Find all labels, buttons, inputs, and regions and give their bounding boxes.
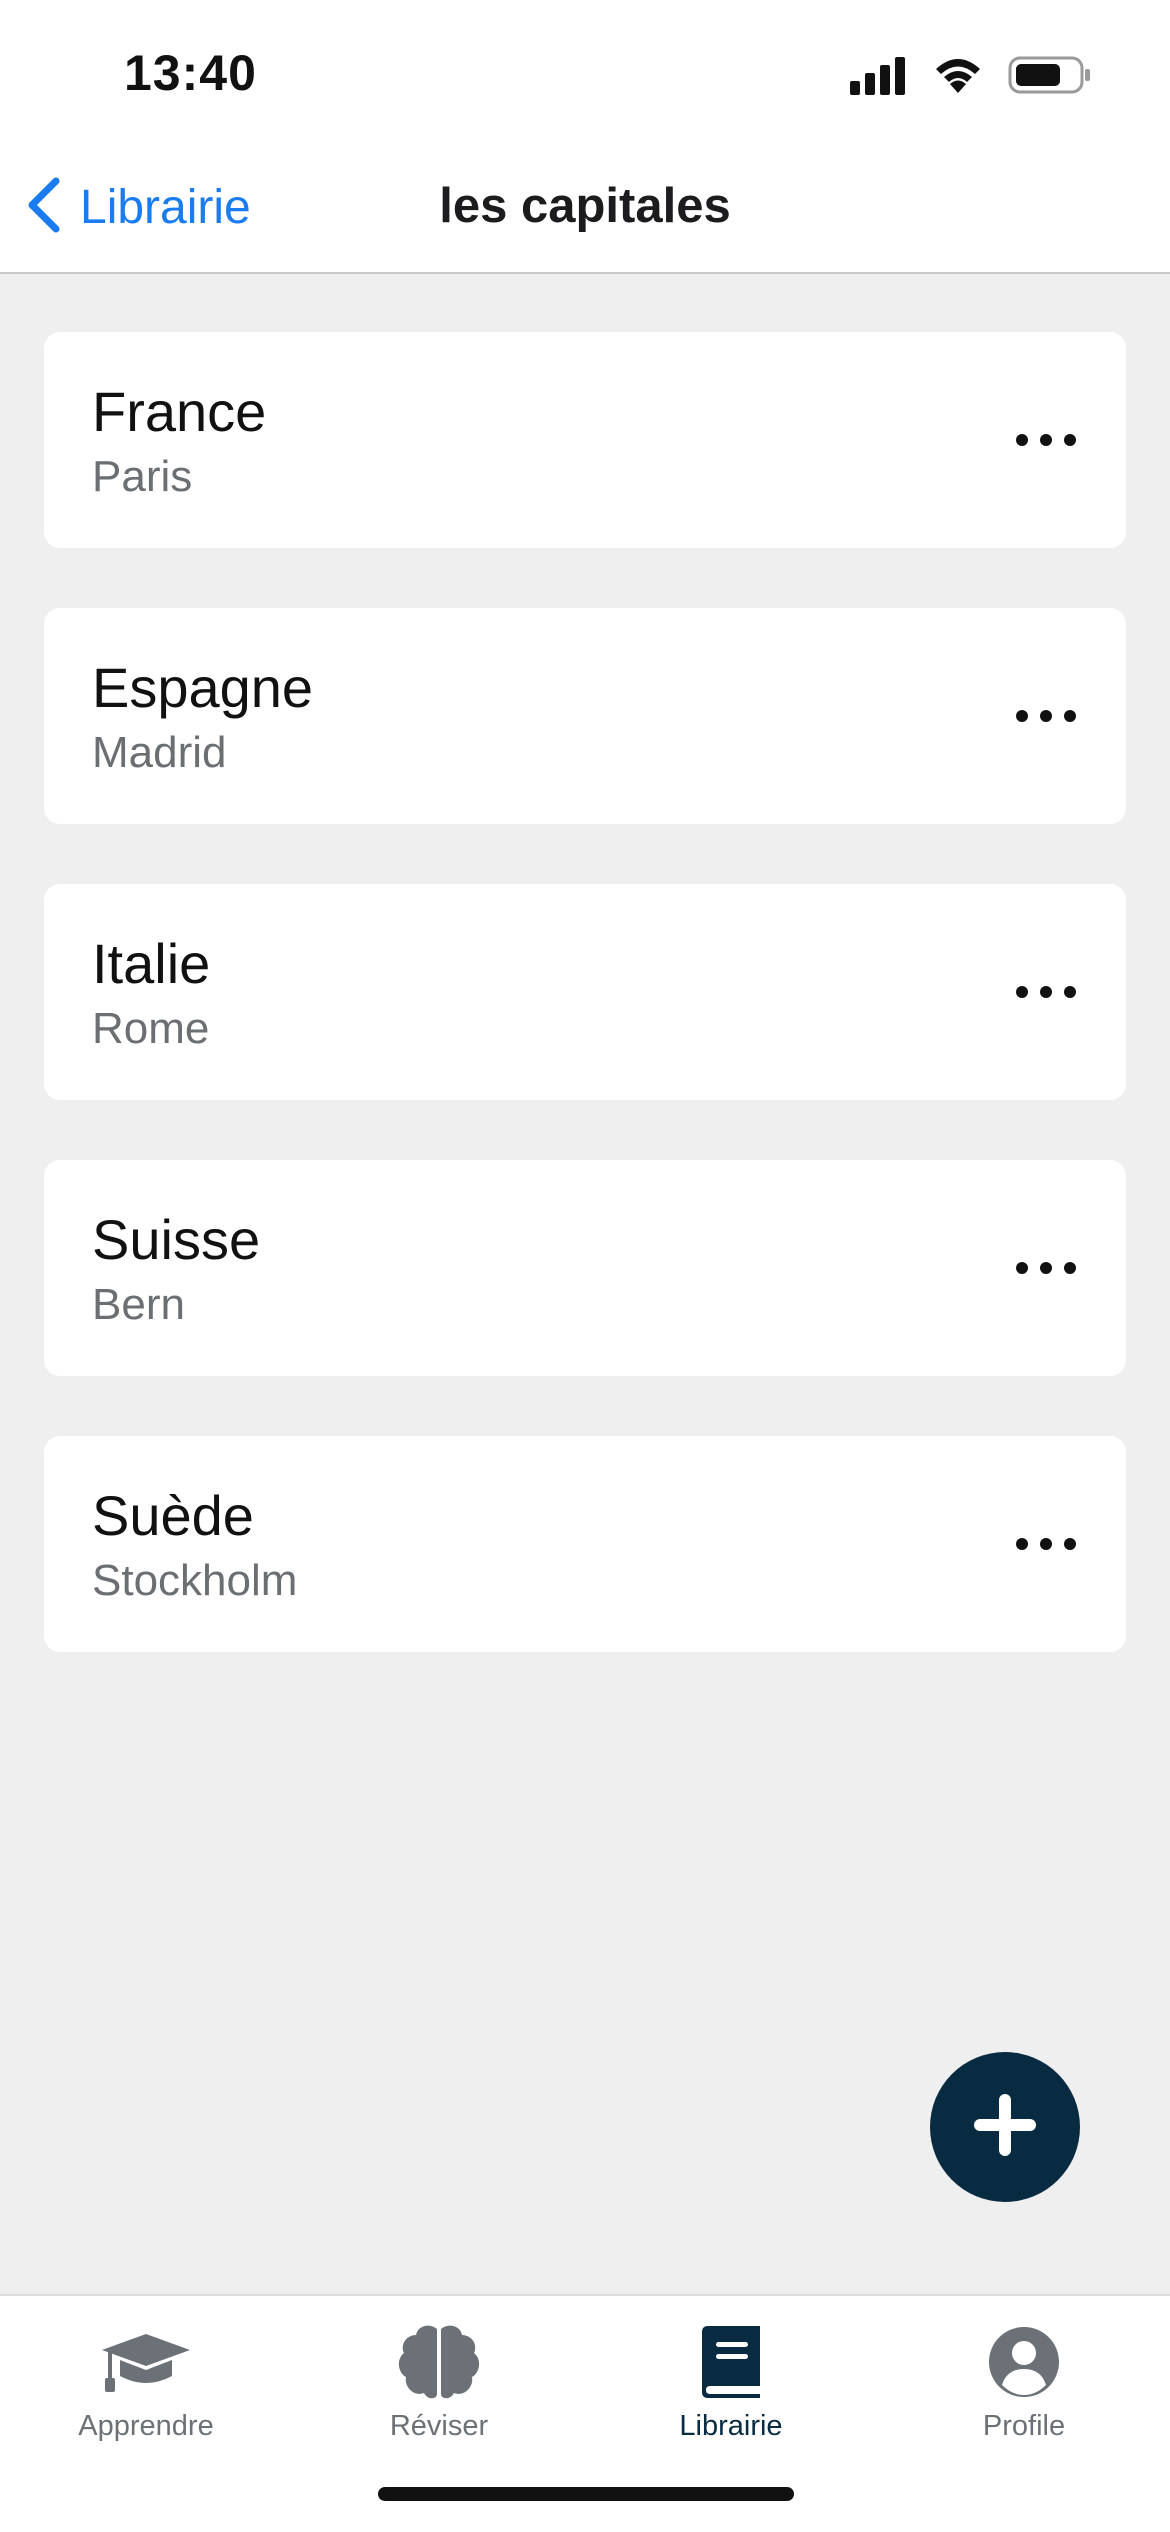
more-options-button[interactable] <box>1016 410 1076 470</box>
item-title: Suisse <box>92 1208 261 1271</box>
screen: 13:40 Librairie les capitales France Par… <box>0 0 1170 2532</box>
status-icons <box>848 56 1092 98</box>
brain-icon <box>396 2322 482 2402</box>
tab-label: Réviser <box>389 2410 489 2442</box>
more-options-button[interactable] <box>1016 1238 1076 1298</box>
list-item[interactable]: Suisse Bern <box>44 1160 1126 1376</box>
tab-label: Librairie <box>679 2410 783 2442</box>
navigation-bar: Librairie les capitales <box>0 150 1170 274</box>
tab-reviser[interactable]: Réviser <box>293 2322 585 2462</box>
list-item[interactable]: Suède Stockholm <box>44 1436 1126 1652</box>
list-item[interactable]: Espagne Madrid <box>44 608 1126 824</box>
page-title: les capitales <box>439 179 731 233</box>
tab-apprendre[interactable]: Apprendre <box>0 2322 292 2462</box>
graduation-cap-icon <box>98 2322 194 2402</box>
tab-profile[interactable]: Profile <box>878 2322 1170 2462</box>
item-subtitle: Bern <box>92 1280 185 1329</box>
list-item[interactable]: France Paris <box>44 332 1126 548</box>
battery-icon <box>1008 54 1092 101</box>
item-subtitle: Stockholm <box>92 1556 298 1605</box>
item-title: France <box>92 380 267 443</box>
tab-label: Apprendre <box>78 2410 214 2442</box>
item-subtitle: Madrid <box>92 728 227 777</box>
more-options-button[interactable] <box>1016 686 1076 746</box>
ellipsis-icon <box>1016 1262 1028 1274</box>
home-indicator[interactable] <box>378 2487 794 2501</box>
item-subtitle: Paris <box>92 452 193 501</box>
book-icon <box>698 2322 764 2402</box>
more-options-button[interactable] <box>1016 1514 1076 1574</box>
status-bar: 13:40 <box>0 0 1170 150</box>
ellipsis-icon <box>1016 710 1028 722</box>
ellipsis-icon <box>1016 434 1028 446</box>
item-title: Suède <box>92 1484 254 1547</box>
ellipsis-icon <box>1016 1538 1028 1550</box>
add-button[interactable] <box>930 2052 1080 2202</box>
item-title: Espagne <box>92 656 314 719</box>
card-list: France Paris Espagne Madrid Italie Rome … <box>44 332 1126 1712</box>
more-options-button[interactable] <box>1016 962 1076 1022</box>
wifi-icon <box>932 55 984 100</box>
item-title: Italie <box>92 932 211 995</box>
ellipsis-icon <box>1016 986 1028 998</box>
item-subtitle: Rome <box>92 1004 210 1053</box>
status-time: 13:40 <box>124 45 257 101</box>
cellular-signal-icon <box>848 55 908 100</box>
user-circle-icon <box>987 2322 1061 2402</box>
plus-icon <box>970 2090 1040 2165</box>
tab-librairie[interactable]: Librairie <box>585 2322 877 2462</box>
list-item[interactable]: Italie Rome <box>44 884 1126 1100</box>
tab-label: Profile <box>982 2410 1066 2442</box>
